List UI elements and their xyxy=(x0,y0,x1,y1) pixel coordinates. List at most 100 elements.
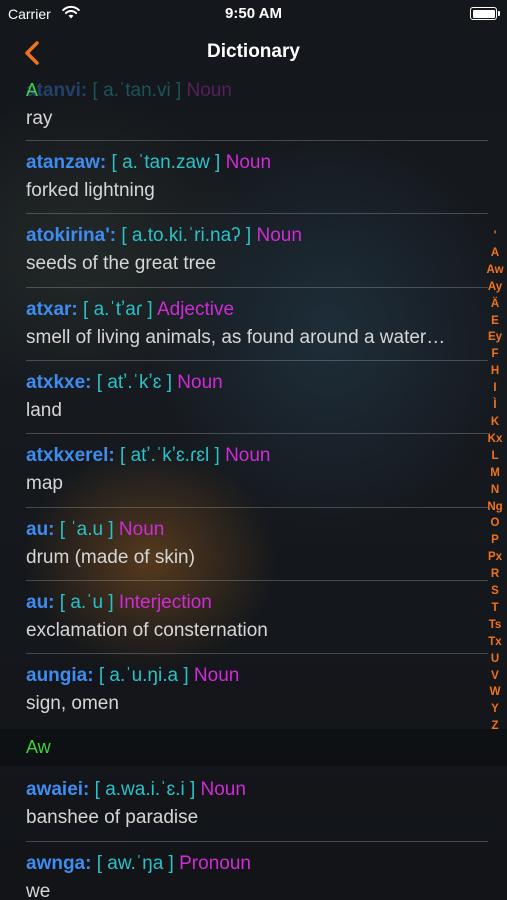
entry-headline: atanvi: [ a.ˈtan.vi ] Noun xyxy=(26,80,232,102)
index-letter[interactable]: E xyxy=(485,313,505,330)
status-bar: Carrier 9:50 AM xyxy=(0,0,507,28)
index-letter[interactable]: Ng xyxy=(485,499,505,516)
section-index[interactable]: ' A Aw Ay Ä E Ey F H I Ì K Kx L M N Ng O P Px R S T Ts Tx U V W Y Z xyxy=(485,228,505,735)
entry-headline: awaiei: [ a.wa.i.ˈɛ.i ] Noun xyxy=(26,779,246,801)
dictionary-list[interactable]: atanvi: [ a.ˈtan.vi ] Noun ray A atanzaw… xyxy=(0,78,507,900)
entry-definition: map xyxy=(26,473,63,495)
entry-pronunciation: [ atʼ.ˈkʼɛ ] xyxy=(96,371,173,393)
list-item[interactable]: atxar: [ a.ˈtʼaɾ ] Adjective smell of liv… xyxy=(0,288,507,361)
index-letter[interactable]: M xyxy=(485,465,505,482)
index-letter[interactable]: Aw xyxy=(485,262,505,279)
index-letter[interactable]: Z xyxy=(485,718,505,735)
entry-headline: au: [ a.ˈu ] Interjection xyxy=(26,592,212,614)
entry-definition: seeds of the great tree xyxy=(26,253,217,275)
entry-part-of-speech: Noun xyxy=(118,518,165,540)
entry-headline: aungia: [ a.ˈu.ŋi.a ] Noun xyxy=(26,665,239,687)
index-letter[interactable]: S xyxy=(485,583,505,600)
section-label-a: A xyxy=(26,80,39,100)
entry-definition: sign, omen xyxy=(26,693,119,715)
entry-part-of-speech: Noun xyxy=(225,152,272,173)
entry-pronunciation: [ a.ˈtan.vi ] xyxy=(92,80,182,101)
entry-word: atanzaw: xyxy=(26,152,107,173)
entry-part-of-speech: Pronoun xyxy=(179,852,251,874)
entry-pronunciation: [ ˈa.u ] xyxy=(59,518,114,540)
battery-icon xyxy=(470,7,500,20)
entry-part-of-speech: Noun xyxy=(225,445,271,467)
entry-pronunciation: [ aw.ˈŋa ] xyxy=(96,852,174,874)
entry-headline: atokirina': [ a.to.ki.ˈri.naʔ ] Noun xyxy=(26,225,302,247)
list-item[interactable]: atokirina': [ a.to.ki.ˈri.naʔ ] Noun seed… xyxy=(0,214,507,287)
entry-headline: atxar: [ a.ˈtʼaɾ ] Adjective xyxy=(26,299,234,321)
entry-part-of-speech: Adjective xyxy=(156,298,235,320)
entry-definition: ray xyxy=(26,108,53,129)
entry-headline: atanzaw: [ a.ˈtan.zaw ] Noun xyxy=(26,152,271,174)
entry-word: aungia: xyxy=(26,665,94,687)
section-label: Aw xyxy=(26,737,51,758)
navigation-bar: Dictionary xyxy=(0,28,507,78)
list-item[interactable]: atxkxerel: [ atʼ.ˈkʼɛ.ɾɛl ] Noun map xyxy=(0,434,507,507)
entry-word: atxar: xyxy=(26,298,78,320)
index-letter[interactable]: N xyxy=(485,482,505,499)
entry-word: atxkxe: xyxy=(26,371,92,393)
entry-part-of-speech: Noun xyxy=(256,225,302,247)
list-item[interactable]: atanzaw: [ a.ˈtan.zaw ] Noun forked light… xyxy=(0,141,507,214)
entry-definition: we xyxy=(26,880,51,900)
entry-word: au: xyxy=(26,591,55,613)
entry-definition: smell of living animals, as found around… xyxy=(26,326,446,348)
section-header-aw: Aw xyxy=(0,729,507,767)
index-letter[interactable]: R xyxy=(485,566,505,583)
entry-part-of-speech: Noun xyxy=(193,665,240,687)
list-item[interactable]: awnga: [ aw.ˈŋa ] Pronoun we xyxy=(0,842,507,900)
index-letter[interactable]: Px xyxy=(485,549,505,566)
index-letter[interactable]: H xyxy=(485,363,505,380)
entry-headline: awnga: [ aw.ˈŋa ] Pronoun xyxy=(26,853,251,875)
entry-pronunciation: [ a.ˈtan.zaw ] xyxy=(111,152,221,173)
index-letter[interactable]: U xyxy=(485,651,505,668)
entry-headline: atxkxerel: [ atʼ.ˈkʼɛ.ɾɛl ] Noun xyxy=(26,445,270,467)
clock: 9:50 AM xyxy=(225,5,282,22)
entry-pronunciation: [ atʼ.ˈkʼɛ.ɾɛl ] xyxy=(120,445,220,467)
index-letter[interactable]: Ì xyxy=(485,397,505,414)
index-letter[interactable]: I xyxy=(485,380,505,397)
entry-pronunciation: [ a.ˈu ] xyxy=(59,591,114,613)
entry-part-of-speech: Noun xyxy=(200,779,246,801)
index-letter[interactable]: Ä xyxy=(485,296,505,313)
entry-word: awnga: xyxy=(26,852,92,874)
list-item[interactable]: awaiei: [ a.wa.i.ˈɛ.i ] Noun banshee of p… xyxy=(0,768,507,841)
index-letter[interactable]: W xyxy=(485,684,505,701)
index-letter[interactable]: T xyxy=(485,600,505,617)
index-letter[interactable]: P xyxy=(485,532,505,549)
index-letter[interactable]: ' xyxy=(485,228,505,245)
entry-pronunciation: [ a.wa.i.ˈɛ.i ] xyxy=(94,779,196,801)
index-letter[interactable]: Ts xyxy=(485,617,505,634)
entry-word: au: xyxy=(26,518,55,540)
entry-definition: drum (made of skin) xyxy=(26,546,195,568)
entry-pronunciation: [ a.to.ki.ˈri.naʔ ] xyxy=(121,225,252,247)
index-letter[interactable]: L xyxy=(485,448,505,465)
page-title: Dictionary xyxy=(207,41,300,62)
index-letter[interactable]: K xyxy=(485,414,505,431)
index-letter[interactable]: Tx xyxy=(485,634,505,651)
entry-headline: au: [ ˈa.u ] Noun xyxy=(26,519,164,541)
entry-word: atxkxerel: xyxy=(26,445,115,467)
list-item[interactable]: au: [ ˈa.u ] Noun drum (made of skin) xyxy=(0,508,507,581)
entry-part-of-speech: Noun xyxy=(186,80,232,101)
list-item[interactable]: aungia: [ a.ˈu.ŋi.a ] Noun sign, omen xyxy=(0,654,507,727)
index-letter[interactable]: O xyxy=(485,515,505,532)
entry-part-of-speech: Interjection xyxy=(118,591,212,613)
entry-pronunciation: [ a.ˈtʼaɾ ] xyxy=(83,298,153,320)
entry-definition: banshee of paradise xyxy=(26,807,199,829)
index-letter[interactable]: V xyxy=(485,668,505,685)
entry-headline: atxkxe: [ atʼ.ˈkʼɛ ] Noun xyxy=(26,372,223,394)
list-item[interactable]: atxkxe: [ atʼ.ˈkʼɛ ] Noun land xyxy=(0,361,507,434)
index-letter[interactable]: F xyxy=(485,346,505,363)
index-letter[interactable]: Y xyxy=(485,701,505,718)
index-letter[interactable]: A xyxy=(485,245,505,262)
entry-pronunciation: [ a.ˈu.ŋi.a ] xyxy=(98,665,189,687)
index-letter[interactable]: Ay xyxy=(485,279,505,296)
list-item[interactable]: au: [ a.ˈu ] Interjection exclamation of … xyxy=(0,581,507,654)
entry-definition: exclamation of consternation xyxy=(26,619,268,641)
index-letter[interactable]: Kx xyxy=(485,431,505,448)
index-letter[interactable]: Ey xyxy=(485,329,505,346)
entry-word: awaiei: xyxy=(26,779,90,801)
